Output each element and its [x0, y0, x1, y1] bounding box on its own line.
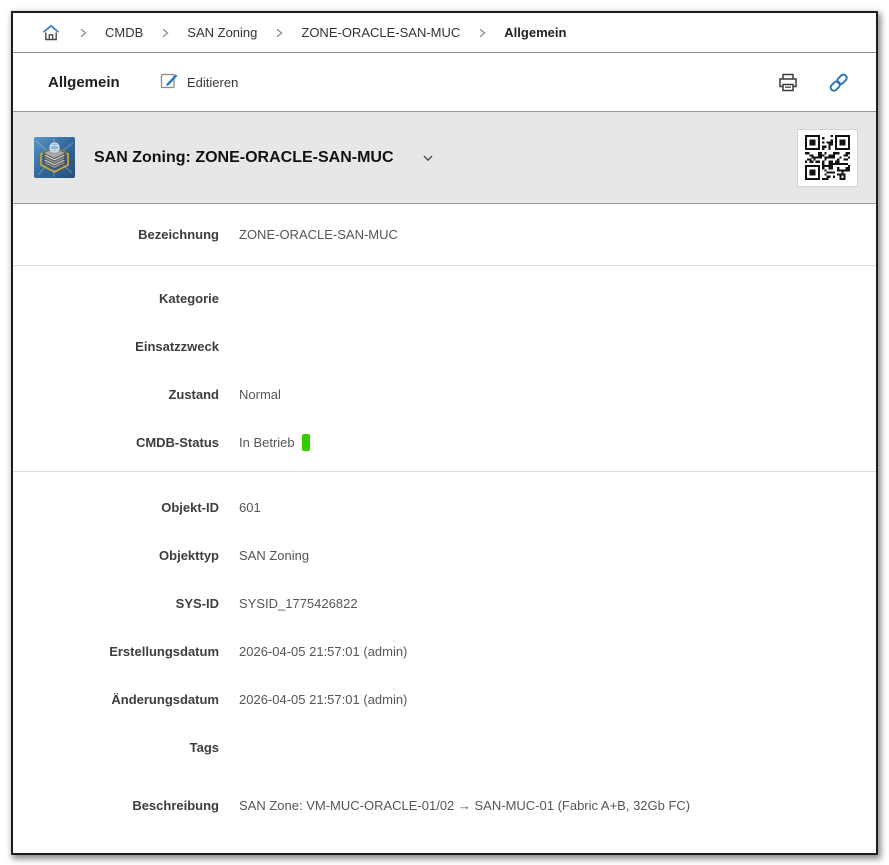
field-value: 601: [239, 499, 261, 515]
field-row-objekttyp: Objekttyp SAN Zoning: [13, 531, 876, 579]
object-header-band: SAN Zoning: ZONE-ORACLE-SAN-MUC: [13, 112, 876, 204]
chevron-right-icon: [476, 27, 488, 39]
breadcrumb: CMDB SAN Zoning ZONE-ORACLE-SAN-MUC Allg…: [13, 13, 876, 53]
qr-code: [797, 128, 858, 187]
page-header: Allgemein Editieren: [13, 53, 876, 112]
print-button[interactable]: [777, 72, 799, 93]
field-row-bezeichnung: Bezeichnung ZONE-ORACLE-SAN-MUC: [13, 210, 876, 258]
chevron-right-icon: [273, 27, 285, 39]
field-label: Objekt-ID: [161, 499, 219, 515]
field-label: Kategorie: [159, 290, 219, 306]
edit-button-label: Editieren: [187, 74, 239, 90]
breadcrumb-item-cmdb[interactable]: CMDB: [105, 25, 143, 40]
field-row-aenderungsdatum: Änderungsdatum 2026-04-05 21:57:01 (admi…: [13, 675, 876, 723]
form-section-status: Kategorie Einsatzzweck Zustand Normal CM…: [13, 266, 876, 472]
field-value: 2026-04-05 21:57:01 (admin): [239, 691, 408, 707]
chevron-down-icon[interactable]: [420, 150, 436, 166]
chevron-right-icon: [159, 27, 171, 39]
page-title: Allgemein: [48, 73, 120, 91]
object-type-icon: [34, 137, 75, 178]
field-label: Einsatzzweck: [135, 338, 219, 354]
app-window: CMDB SAN Zoning ZONE-ORACLE-SAN-MUC Allg…: [11, 11, 878, 855]
field-row-kategorie: Kategorie: [13, 274, 876, 322]
form-section-meta: Objekt-ID 601 Objekttyp SAN Zoning SYS-I…: [13, 472, 876, 843]
field-label: Bezeichnung: [138, 226, 219, 242]
form-section-title: Bezeichnung ZONE-ORACLE-SAN-MUC: [13, 204, 876, 266]
field-row-einsatzzweck: Einsatzzweck: [13, 322, 876, 370]
field-label: Beschreibung: [132, 797, 219, 813]
field-row-tags: Tags: [13, 723, 876, 771]
field-label: SYS-ID: [175, 595, 219, 611]
field-row-beschreibung: Beschreibung SAN Zone: VM-MUC-ORACLE-01/…: [13, 781, 876, 829]
breadcrumb-item-allgemein: Allgemein: [504, 25, 567, 40]
field-row-objekt-id: Objekt-ID 601: [13, 483, 876, 531]
field-label: Änderungsdatum: [111, 691, 219, 707]
field-row-sys-id: SYS-ID SYSID_1775426822: [13, 579, 876, 627]
field-row-cmdb-status: CMDB-Status In Betrieb: [13, 418, 876, 466]
object-title: SAN Zoning: ZONE-ORACLE-SAN-MUC: [94, 148, 394, 166]
chevron-right-icon: [77, 27, 89, 39]
field-label: Objekttyp: [159, 547, 219, 563]
field-row-erstellungsdatum: Erstellungsdatum 2026-04-05 21:57:01 (ad…: [13, 627, 876, 675]
field-value: 2026-04-05 21:57:01 (admin): [239, 643, 408, 659]
field-label: Erstellungsdatum: [109, 643, 219, 659]
permalink-button[interactable]: [827, 72, 850, 93]
edit-pencil-icon: [160, 71, 179, 93]
home-icon[interactable]: [41, 23, 61, 43]
field-label: CMDB-Status: [135, 434, 219, 450]
field-row-zustand: Zustand Normal: [13, 370, 876, 418]
field-value: SAN Zone: VM-MUC-ORACLE-01/02 → SAN-MUC-…: [239, 797, 691, 813]
status-badge: [301, 433, 310, 451]
field-value: ZONE-ORACLE-SAN-MUC: [239, 226, 398, 242]
field-value: SYSID_1775426822: [239, 595, 358, 611]
field-value: SAN Zoning: [239, 547, 310, 563]
field-label: Zustand: [168, 386, 219, 402]
field-value: Normal: [239, 386, 281, 402]
field-label: Tags: [189, 739, 219, 755]
edit-button[interactable]: Editieren: [160, 71, 238, 93]
field-value: In Betrieb: [239, 434, 295, 450]
breadcrumb-item-san-zoning[interactable]: SAN Zoning: [187, 25, 257, 40]
breadcrumb-item-object[interactable]: ZONE-ORACLE-SAN-MUC: [301, 25, 460, 40]
